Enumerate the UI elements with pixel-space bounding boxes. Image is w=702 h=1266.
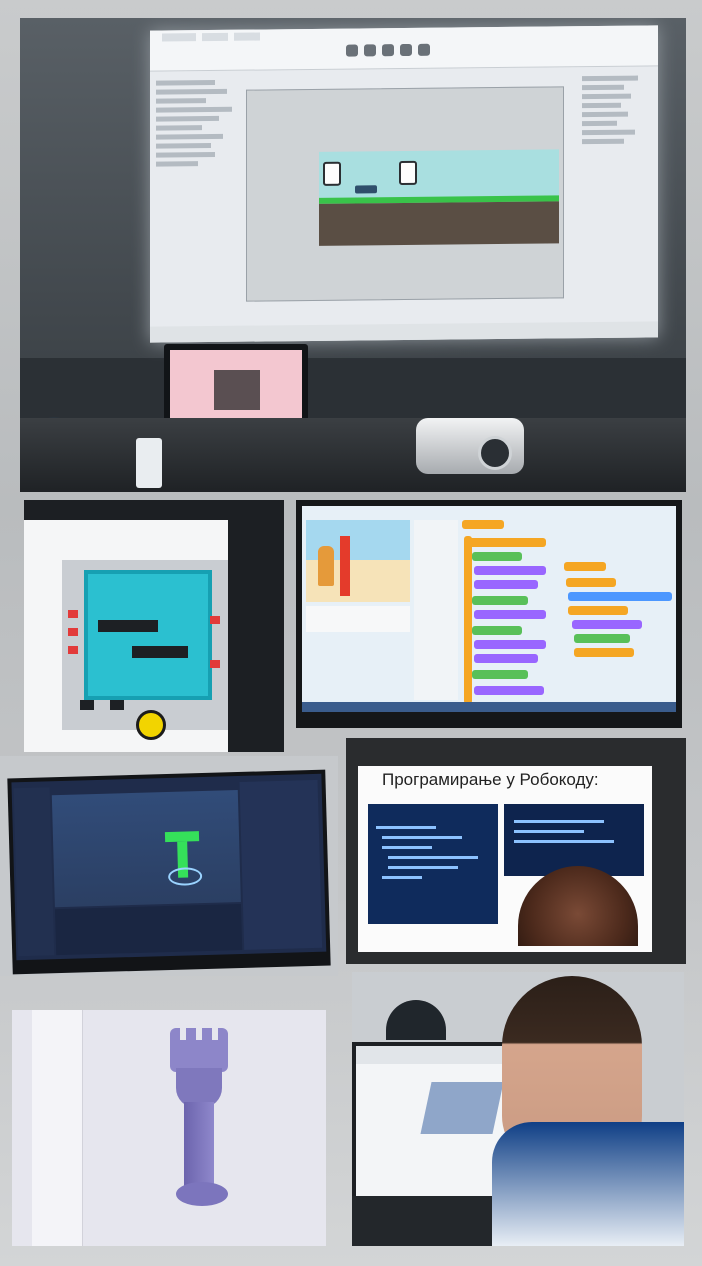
rook-base (176, 1182, 228, 1206)
scratch-stage (306, 520, 410, 602)
monitor-screen (302, 506, 676, 712)
component-part (80, 700, 94, 710)
code-block (566, 578, 616, 587)
student-head (518, 866, 638, 946)
house-3d-model (420, 1082, 504, 1134)
inspector-panel (239, 779, 323, 950)
component-led (68, 646, 78, 654)
code-block (472, 626, 522, 635)
code-block (472, 552, 522, 561)
stage-red-wall (340, 536, 350, 596)
project-panel (54, 904, 243, 956)
board-chip (132, 646, 188, 658)
toolbar-icon (382, 44, 394, 57)
code-block (474, 640, 546, 649)
drone-model (164, 831, 200, 843)
blocks-palette (414, 520, 458, 700)
scene-ground (319, 201, 559, 246)
robocode-slide-photo: Програмирање у Робокоду: (346, 738, 686, 964)
scene-view (51, 790, 241, 908)
game-scene-canvas (246, 86, 564, 302)
object-tree-panel (582, 71, 652, 272)
code-block (474, 654, 538, 663)
scratch-programming-photo (296, 500, 682, 728)
laptop (164, 344, 308, 428)
code-block (472, 596, 528, 605)
code-block (572, 620, 642, 629)
toolbar-icon (364, 44, 376, 57)
code-block (574, 648, 634, 657)
toolbar-icon (346, 44, 358, 57)
component-led (210, 660, 220, 668)
toolbar-icon (400, 43, 412, 57)
unity-editor-photo (0, 756, 338, 976)
ribbon-tab (202, 32, 228, 42)
paper-cup (136, 438, 162, 488)
arduino-simulator-photo (24, 500, 284, 752)
desk (20, 418, 686, 492)
drone-ring (167, 867, 203, 887)
projector-room-photo (20, 18, 686, 492)
code-block (564, 562, 606, 571)
properties-panel (156, 76, 240, 227)
component-led (210, 616, 220, 624)
projector-lens (478, 436, 512, 470)
sprite-list (306, 606, 410, 632)
app-ribbon (150, 25, 658, 72)
ribbon-tab (162, 33, 196, 42)
code-block (568, 592, 672, 601)
cad-sidebar (32, 1010, 83, 1246)
code-block (474, 610, 546, 619)
3d-model-photo (12, 1010, 326, 1246)
tv-screen (7, 769, 331, 975)
traffic-light-sprite (323, 161, 341, 186)
traffic-light-sprite (399, 160, 417, 186)
projected-screen (150, 25, 658, 343)
arduino-board (84, 570, 212, 700)
unity-editor (11, 773, 327, 961)
component-led (68, 628, 78, 636)
code-block (474, 580, 538, 589)
rook-crown (170, 1028, 228, 1072)
loop-block (464, 536, 472, 704)
background-student (386, 1000, 446, 1040)
student-shirt (492, 1122, 684, 1246)
code-screenshot (368, 804, 498, 924)
monitor-screen (24, 520, 228, 752)
slide-title: Програмирање у Робокоду: (382, 770, 599, 789)
car-sprite (355, 185, 377, 194)
code-block (568, 606, 628, 615)
code-block (472, 670, 528, 679)
windows-taskbar (302, 702, 676, 712)
laptop-screen (170, 350, 302, 420)
code-block (462, 520, 504, 529)
laptop-window (214, 370, 260, 410)
buzzer-component (136, 710, 166, 740)
board-chip (98, 620, 158, 632)
projector-device (416, 418, 524, 474)
code-block (574, 634, 630, 643)
hierarchy-panel (13, 787, 55, 957)
component-part (110, 700, 124, 710)
ribbon-tab (234, 32, 260, 41)
code-block (466, 538, 546, 547)
sprite-character (318, 546, 334, 586)
student-cad-photo (352, 972, 684, 1246)
code-block (474, 686, 544, 695)
rook-body (184, 1102, 214, 1188)
component-led (68, 610, 78, 618)
toolbar-icon (418, 43, 430, 56)
presentation-slide: Програмирање у Робокоду: (358, 766, 652, 952)
code-block (474, 566, 546, 575)
